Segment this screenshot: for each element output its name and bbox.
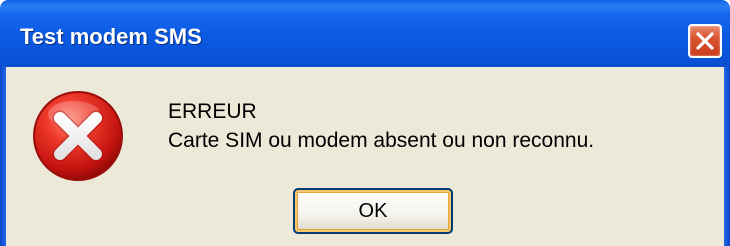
message-heading: ERREUR xyxy=(168,100,257,123)
window-frame-left xyxy=(0,67,6,246)
message-body: Carte SIM ou modem absent ou non reconnu… xyxy=(168,129,595,152)
message-dialog: Test modem SMS ERREUR Carte SIM ou modem… xyxy=(0,0,730,246)
title-bar[interactable]: Test modem SMS xyxy=(0,0,730,67)
error-icon xyxy=(33,91,123,181)
window-frame-right xyxy=(724,67,730,246)
message-text: ERREUR Carte SIM ou modem absent ou non … xyxy=(168,97,594,155)
ok-button[interactable]: OK xyxy=(293,188,453,234)
window-title: Test modem SMS xyxy=(20,24,202,49)
close-icon xyxy=(696,32,714,50)
close-button[interactable] xyxy=(688,24,722,58)
